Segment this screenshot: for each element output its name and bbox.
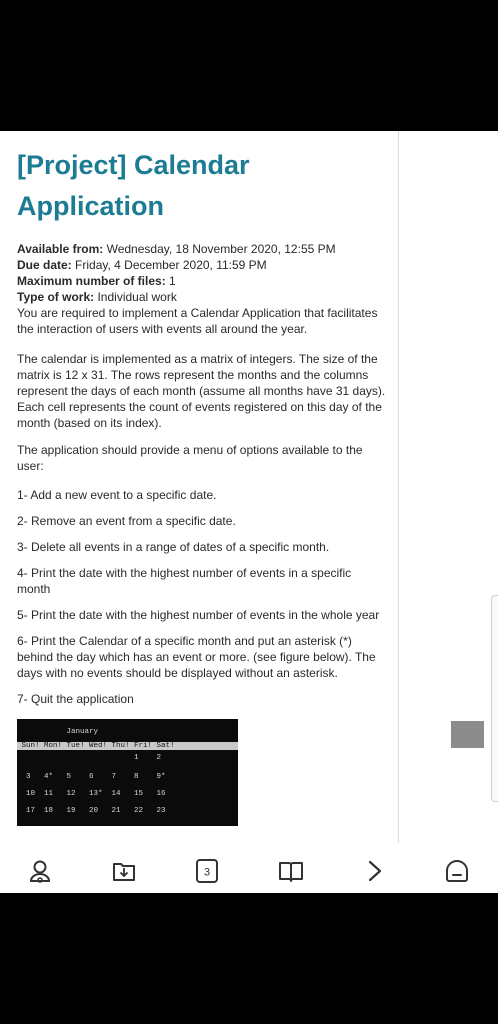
- page-scrollbar[interactable]: [491, 595, 498, 802]
- chevron-right-icon[interactable]: [361, 858, 389, 884]
- intro-text: You are required to implement a Calendar…: [17, 306, 378, 336]
- profile-icon[interactable]: [26, 858, 54, 884]
- meta-due: Due date: Friday, 4 December 2020, 11:59…: [17, 258, 267, 272]
- meta-work-type: Type of work: Individual work: [17, 290, 177, 304]
- option-5: 5- Print the date with the highest numbe…: [17, 608, 380, 622]
- option-1: 1- Add a new event to a specific date.: [17, 488, 217, 502]
- home-icon[interactable]: [443, 858, 471, 884]
- terminal-header-line: Sun! Mon! Tue! Wed! Thu! Fri! Sat!: [17, 742, 238, 750]
- terminal-line: 10 11 12 13* 14 15 16: [17, 790, 166, 798]
- option-3: 3- Delete all events in a range of dates…: [17, 540, 330, 554]
- meta-block: Available from: Wednesday, 18 November 2…: [17, 241, 387, 305]
- tab-count-label: 3: [204, 867, 210, 879]
- calendar-figure: January Sun! Mon! Tue! Wed! Thu! Fri! Sa…: [17, 719, 238, 826]
- bottom-black-bar: [0, 893, 498, 1024]
- option-2: 2- Remove an event from a specific date.: [17, 514, 236, 528]
- download-icon[interactable]: [110, 858, 138, 884]
- document-page: [Project] Calendar Application Available…: [0, 131, 498, 843]
- document-content: [Project] Calendar Application Available…: [17, 145, 387, 826]
- page-divider: [398, 131, 399, 843]
- option-4: 4- Print the date with the highest numbe…: [17, 566, 352, 596]
- terminal-line: 17 18 19 20 21 22 23: [17, 807, 166, 815]
- book-icon[interactable]: [277, 858, 305, 884]
- option-7: 7- Quit the application: [17, 692, 134, 706]
- meta-available: Available from: Wednesday, 18 November 2…: [17, 242, 336, 256]
- floating-button[interactable]: [451, 721, 484, 748]
- tabs-count-button[interactable]: 3: [193, 858, 221, 884]
- option-6: 6- Print the Calendar of a specific mont…: [17, 634, 376, 680]
- menu-intro: The application should provide a menu of…: [17, 443, 363, 473]
- browser-toolbar: 3: [0, 843, 498, 893]
- terminal-line: 1 2: [17, 754, 162, 762]
- top-black-bar: [0, 0, 498, 131]
- page-title: [Project] Calendar Application: [17, 150, 250, 221]
- terminal-line: January: [17, 728, 99, 736]
- meta-max-files: Maximum number of files: 1: [17, 274, 176, 288]
- matrix-description: The calendar is implemented as a matrix …: [17, 352, 386, 430]
- terminal-line: 3 4* 5 6 7 8 9*: [17, 773, 166, 781]
